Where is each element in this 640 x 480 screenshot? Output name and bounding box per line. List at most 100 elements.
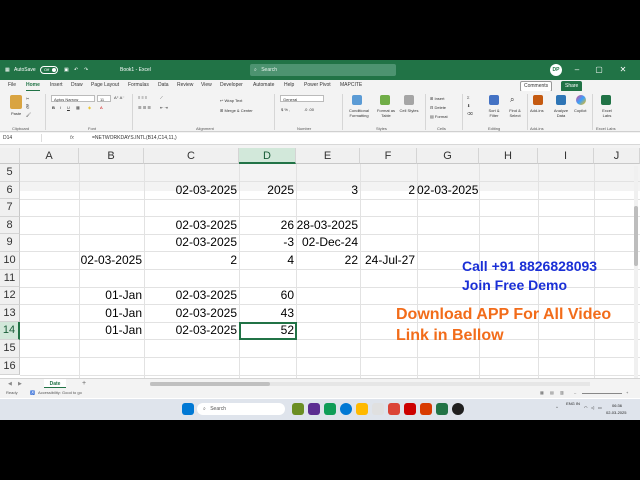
cell-c6[interactable]: 02-03-2025 bbox=[144, 182, 239, 200]
column-header-g[interactable]: G bbox=[417, 148, 479, 164]
row-header-11[interactable]: 11 bbox=[0, 269, 20, 288]
hscroll-thumb[interactable] bbox=[150, 382, 270, 386]
menu-review[interactable]: Review bbox=[177, 80, 193, 91]
cell-c12[interactable]: 02-03-2025 bbox=[144, 287, 239, 305]
battery-icon[interactable]: ▭ bbox=[598, 405, 602, 410]
fill-icon[interactable]: ⬇ bbox=[467, 103, 470, 108]
format-as-table-icon[interactable] bbox=[380, 95, 390, 105]
column-header-j[interactable]: J bbox=[594, 148, 640, 164]
cell-b14[interactable]: 01-Jan bbox=[79, 322, 144, 340]
decimal-icon[interactable]: .0 .00 bbox=[304, 107, 314, 112]
windows-start-icon[interactable] bbox=[182, 403, 194, 415]
cell-c14[interactable]: 02-03-2025 bbox=[144, 322, 239, 340]
cell-c13[interactable]: 02-03-2025 bbox=[144, 305, 239, 323]
row-header-15[interactable]: 15 bbox=[0, 340, 20, 358]
menu-formulas[interactable]: Formulas bbox=[128, 80, 149, 91]
cell-d6[interactable]: 2025 bbox=[239, 182, 296, 200]
find-select-label[interactable]: Find & Select bbox=[505, 108, 525, 118]
delete-cells-button[interactable]: ⊟ Delete bbox=[430, 105, 446, 110]
conditional-formatting-icon[interactable] bbox=[352, 95, 362, 105]
vertical-scrollbar[interactable] bbox=[634, 166, 638, 380]
horizontal-scrollbar[interactable] bbox=[150, 382, 590, 386]
volume-icon[interactable]: ◁ bbox=[591, 405, 594, 410]
menu-help[interactable]: Help bbox=[284, 80, 294, 91]
clock-date[interactable]: 02-03-2025 bbox=[606, 410, 626, 415]
cell-styles-icon[interactable] bbox=[404, 95, 414, 105]
number-format-select[interactable]: General bbox=[280, 95, 324, 102]
menu-developer[interactable]: Developer bbox=[220, 80, 243, 91]
menu-page-layout[interactable]: Page Layout bbox=[91, 80, 119, 91]
chrome-icon[interactable] bbox=[452, 403, 464, 415]
clock-time[interactable]: 06:36 bbox=[612, 403, 622, 408]
brave-icon[interactable] bbox=[388, 403, 400, 415]
menu-draw[interactable]: Draw bbox=[71, 80, 83, 91]
cell-styles-label[interactable]: Cell Styles bbox=[399, 108, 419, 113]
normal-view-icon[interactable]: ▦ bbox=[540, 388, 544, 398]
cell-b10[interactable]: 02-03-2025 bbox=[79, 252, 144, 270]
tray-chevron-icon[interactable]: ^ bbox=[556, 405, 558, 410]
page-break-icon[interactable]: ▥ bbox=[560, 388, 564, 398]
row-header-10[interactable]: 10 bbox=[0, 252, 20, 270]
cell-c10[interactable]: 2 bbox=[144, 252, 239, 270]
cell-c9[interactable]: 02-03-2025 bbox=[144, 234, 239, 252]
font-size-select[interactable]: 11 bbox=[97, 95, 111, 102]
font-name-select[interactable]: Aptos Narrow bbox=[51, 95, 95, 102]
select-all-corner[interactable] bbox=[0, 148, 20, 164]
wifi-icon[interactable]: ◠ bbox=[584, 405, 588, 410]
page-layout-icon[interactable]: ▤ bbox=[550, 388, 554, 398]
row-header-9[interactable]: 9 bbox=[0, 234, 20, 252]
maximize-icon[interactable]: ▢ bbox=[590, 60, 608, 80]
taskbar-search[interactable]: ⌕ Search bbox=[197, 403, 285, 415]
column-header-f[interactable]: F bbox=[360, 148, 417, 164]
fx-icon[interactable]: fx bbox=[70, 134, 74, 142]
widgets-icon[interactable] bbox=[292, 403, 304, 415]
cell-f6[interactable]: 2 bbox=[360, 182, 417, 200]
cell-b12[interactable]: 01-Jan bbox=[79, 287, 144, 305]
borders-icon[interactable]: ▦ bbox=[76, 105, 80, 110]
wrap-text-button[interactable]: ↩ Wrap Text bbox=[220, 98, 242, 103]
minimize-icon[interactable]: – bbox=[568, 60, 586, 80]
menu-view[interactable]: View bbox=[201, 80, 212, 91]
find-icon[interactable]: ⌕ bbox=[510, 95, 514, 105]
format-painter-icon[interactable]: 🖌 bbox=[26, 112, 31, 117]
excel-labs-icon[interactable] bbox=[601, 95, 611, 105]
row-header-8[interactable]: 8 bbox=[0, 216, 20, 235]
input-language[interactable]: ENG IN bbox=[566, 401, 580, 406]
zoom-out-icon[interactable]: – bbox=[574, 388, 576, 398]
app-icon[interactable] bbox=[404, 403, 416, 415]
menu-power-pivot[interactable]: Power Pivot bbox=[304, 80, 331, 91]
bold-icon[interactable]: B bbox=[52, 105, 55, 110]
sort-filter-icon[interactable] bbox=[489, 95, 499, 105]
cell-e9[interactable]: 02-Dec-24 bbox=[296, 234, 360, 252]
app-icon[interactable] bbox=[324, 403, 336, 415]
cell-e10[interactable]: 22 bbox=[296, 252, 360, 270]
cell-d10[interactable]: 4 bbox=[239, 252, 296, 270]
cell-g6[interactable]: 02-03-2025 bbox=[417, 182, 479, 200]
italic-icon[interactable]: I bbox=[60, 105, 61, 110]
grow-font-icon[interactable]: A⁺ A⁻ bbox=[114, 95, 124, 100]
analyze-data-icon[interactable] bbox=[556, 95, 566, 105]
file-explorer-icon[interactable] bbox=[356, 403, 368, 415]
name-box[interactable]: D14 bbox=[3, 134, 42, 142]
cell-b13[interactable]: 01-Jan bbox=[79, 305, 144, 323]
insert-cells-button[interactable]: ⊞ Insert bbox=[430, 96, 444, 101]
autosum-icon[interactable]: Σ bbox=[467, 95, 469, 100]
app-icon[interactable] bbox=[372, 403, 384, 415]
cell-e8[interactable]: 28-03-2025 bbox=[296, 217, 360, 235]
undo-icon[interactable]: ↶ bbox=[74, 60, 78, 80]
conditional-formatting-label[interactable]: Conditional Formatting bbox=[345, 108, 373, 118]
column-header-c[interactable]: C bbox=[144, 148, 239, 164]
format-as-table-label[interactable]: Format as Table bbox=[374, 108, 398, 118]
cut-icon[interactable]: ✂ bbox=[26, 96, 29, 101]
column-header-d[interactable]: D bbox=[239, 148, 296, 164]
copy-icon[interactable]: ⎘ bbox=[26, 104, 29, 109]
font-color-icon[interactable]: A bbox=[100, 105, 103, 110]
menu-home[interactable]: Home bbox=[26, 80, 40, 91]
format-cells-button[interactable]: ▤ Format bbox=[430, 114, 448, 119]
row-header-6[interactable]: 6 bbox=[0, 181, 20, 200]
row-header-16[interactable]: 16 bbox=[0, 357, 20, 376]
underline-icon[interactable]: U bbox=[67, 105, 70, 110]
row-header-5[interactable]: 5 bbox=[0, 164, 20, 182]
clear-icon[interactable]: ⌫ bbox=[467, 111, 473, 116]
column-header-h[interactable]: H bbox=[479, 148, 538, 164]
